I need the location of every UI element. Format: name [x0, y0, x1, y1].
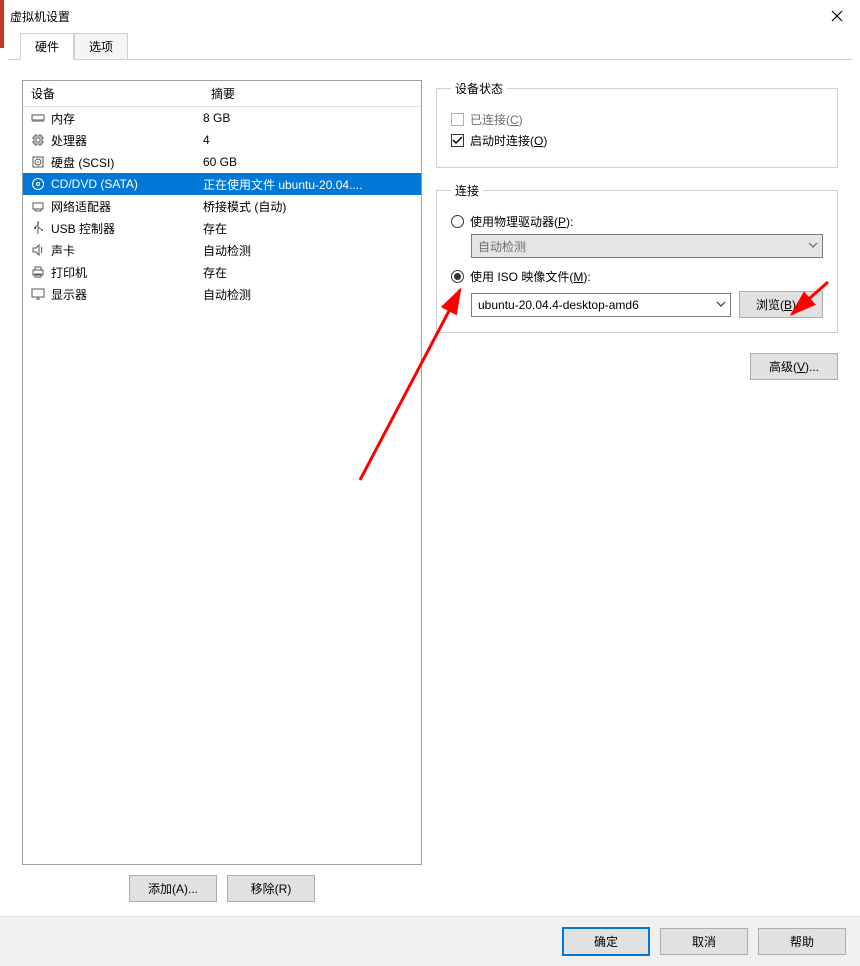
memory-icon [29, 110, 47, 126]
connected-label: 已连接(C) [470, 111, 523, 128]
physical-drive-value: 自动检测 [478, 238, 526, 255]
device-row-printer[interactable]: 打印机存在 [23, 261, 421, 283]
printer-icon [29, 264, 47, 280]
connection-legend: 连接 [451, 182, 483, 199]
device-row-net[interactable]: 网络适配器桥接模式 (自动) [23, 195, 421, 217]
connect-at-poweron-checkbox[interactable] [451, 134, 464, 147]
device-row-sound[interactable]: 声卡自动检测 [23, 239, 421, 261]
device-summary: 自动检测 [203, 242, 421, 259]
tab-hardware[interactable]: 硬件 [20, 33, 74, 60]
connect-at-poweron-label: 启动时连接(O) [470, 132, 547, 149]
device-row-memory[interactable]: 内存8 GB [23, 107, 421, 129]
device-name: 硬盘 (SCSI) [51, 154, 203, 171]
tab-strip: 硬件 选项 [0, 32, 860, 60]
device-name: 打印机 [51, 264, 203, 281]
usb-icon [29, 220, 47, 236]
net-icon [29, 198, 47, 214]
device-summary: 正在使用文件 ubuntu-20.04.... [203, 176, 421, 193]
device-summary: 4 [203, 133, 421, 147]
disk-icon [29, 154, 47, 170]
chevron-down-icon [716, 298, 726, 312]
device-name: CD/DVD (SATA) [51, 177, 203, 191]
device-name: 网络适配器 [51, 198, 203, 215]
window-title: 虚拟机设置 [10, 8, 70, 25]
use-iso-radio[interactable] [451, 270, 464, 283]
add-button[interactable]: 添加(A)... [129, 875, 217, 902]
device-name: 内存 [51, 110, 203, 127]
device-row-usb[interactable]: USB 控制器存在 [23, 217, 421, 239]
help-button[interactable]: 帮助 [758, 928, 846, 955]
iso-path-combo[interactable]: ubuntu-20.04.4-desktop-amd6 [471, 293, 731, 317]
device-name: 显示器 [51, 286, 203, 303]
display-icon [29, 286, 47, 302]
use-iso-label: 使用 ISO 映像文件(M): [470, 268, 591, 285]
connected-checkbox [451, 113, 464, 126]
device-name: 处理器 [51, 132, 203, 149]
device-list[interactable]: 设备 摘要 内存8 GB处理器4硬盘 (SCSI)60 GBCD/DVD (SA… [22, 80, 422, 865]
header-summary: 摘要 [203, 81, 421, 106]
device-row-display[interactable]: 显示器自动检测 [23, 283, 421, 305]
device-row-cpu[interactable]: 处理器4 [23, 129, 421, 151]
device-summary: 存在 [203, 264, 421, 281]
cpu-icon [29, 132, 47, 148]
device-row-disk[interactable]: 硬盘 (SCSI)60 GB [23, 151, 421, 173]
device-name: 声卡 [51, 242, 203, 259]
device-status-legend: 设备状态 [451, 80, 507, 97]
titlebar: 虚拟机设置 [0, 0, 860, 32]
chevron-down-icon [808, 239, 818, 253]
sound-icon [29, 242, 47, 258]
browse-button[interactable]: 浏览(B)... [739, 291, 823, 318]
cd-icon [29, 176, 47, 192]
use-physical-radio[interactable] [451, 215, 464, 228]
device-summary: 8 GB [203, 111, 421, 125]
connection-group: 连接 使用物理驱动器(P): 自动检测 使用 ISO 映像文件(M): [436, 182, 838, 333]
iso-path-value: ubuntu-20.04.4-desktop-amd6 [478, 298, 639, 312]
device-summary: 自动检测 [203, 286, 421, 303]
device-row-cd[interactable]: CD/DVD (SATA)正在使用文件 ubuntu-20.04.... [23, 173, 421, 195]
advanced-button[interactable]: 高级(V)... [750, 353, 838, 380]
dialog-footer: 确定 取消 帮助 [0, 916, 860, 966]
close-button[interactable] [814, 0, 860, 32]
device-list-header: 设备 摘要 [23, 81, 421, 107]
tab-options[interactable]: 选项 [74, 33, 128, 60]
device-status-group: 设备状态 已连接(C) 启动时连接(O) [436, 80, 838, 168]
close-icon [831, 10, 843, 22]
header-device: 设备 [23, 81, 203, 106]
remove-button[interactable]: 移除(R) [227, 875, 315, 902]
cancel-button[interactable]: 取消 [660, 928, 748, 955]
physical-drive-combo: 自动检测 [471, 234, 823, 258]
device-summary: 桥接模式 (自动) [203, 198, 421, 215]
device-name: USB 控制器 [51, 220, 203, 237]
use-physical-label: 使用物理驱动器(P): [470, 213, 573, 230]
device-summary: 存在 [203, 220, 421, 237]
ok-button[interactable]: 确定 [562, 927, 650, 956]
device-summary: 60 GB [203, 155, 421, 169]
